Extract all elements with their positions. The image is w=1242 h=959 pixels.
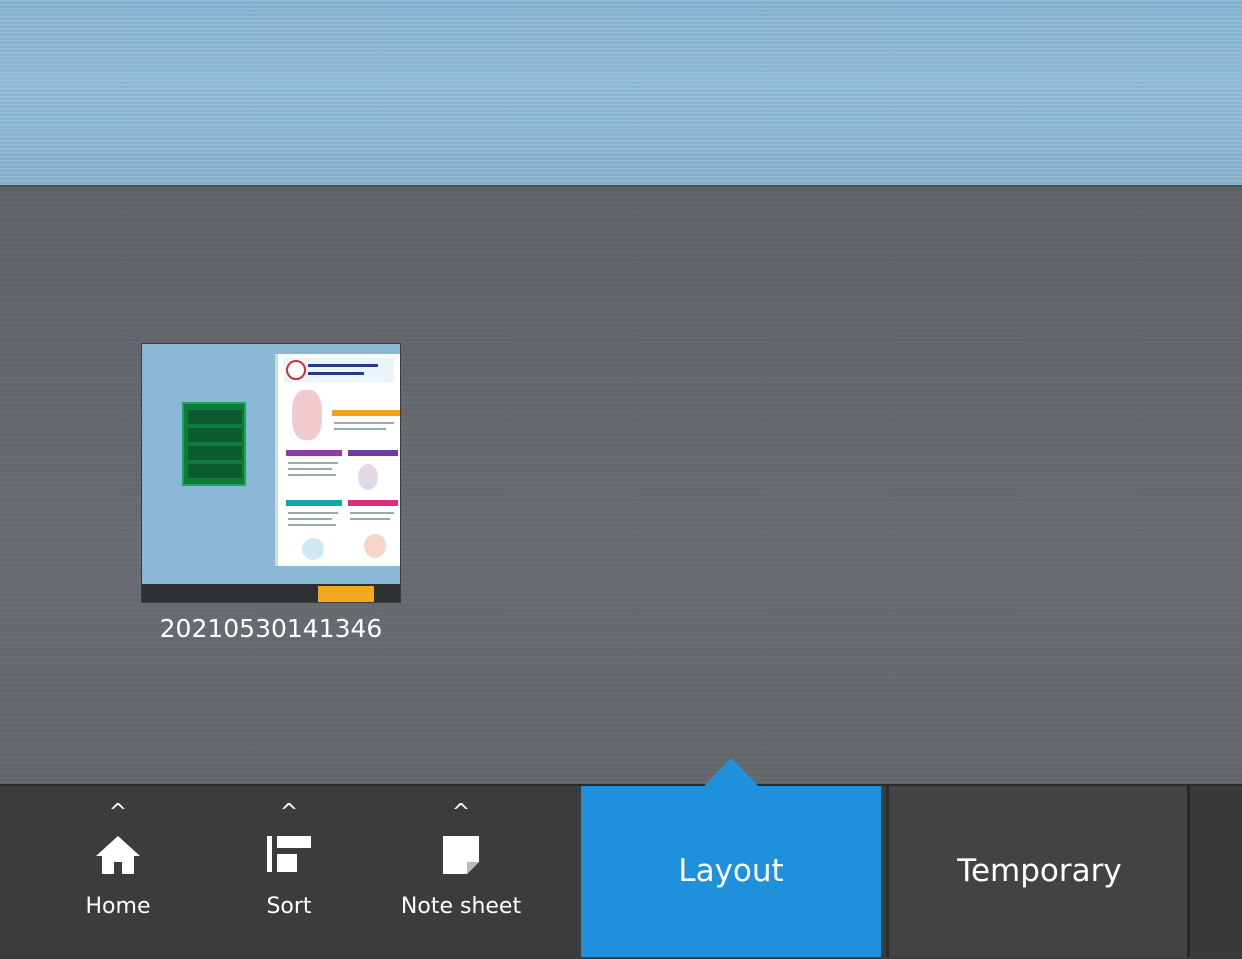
sort-label: Sort [266,894,312,919]
home-label: Home [85,894,151,919]
home-expand-icon[interactable]: ^ [109,802,127,824]
top-panel [0,0,1242,187]
tab-layout[interactable]: Layout [581,786,881,957]
note-sheet-label: Note sheet [400,894,522,919]
tab-overflow[interactable] [1187,786,1242,957]
thumbnail-poster [275,354,400,566]
layout-thumbnail[interactable] [141,343,401,603]
thumbnail-green-card [182,402,246,486]
active-tab-pointer [702,758,760,788]
note-sheet-icon [439,832,483,880]
home-button[interactable]: ^ Home [48,786,188,959]
note-expand-icon[interactable]: ^ [452,802,470,824]
sort-icon [265,832,313,878]
tab-temporary[interactable]: Temporary [886,786,1190,957]
note-sheet-button[interactable]: ^ Note sheet [384,786,538,959]
sort-button[interactable]: ^ Sort [219,786,359,959]
thumbnail-label[interactable]: 20210530141346 [141,614,401,643]
thumbnail-mini-toolbar [142,584,400,602]
sort-expand-icon[interactable]: ^ [280,802,298,824]
home-icon [94,832,142,882]
